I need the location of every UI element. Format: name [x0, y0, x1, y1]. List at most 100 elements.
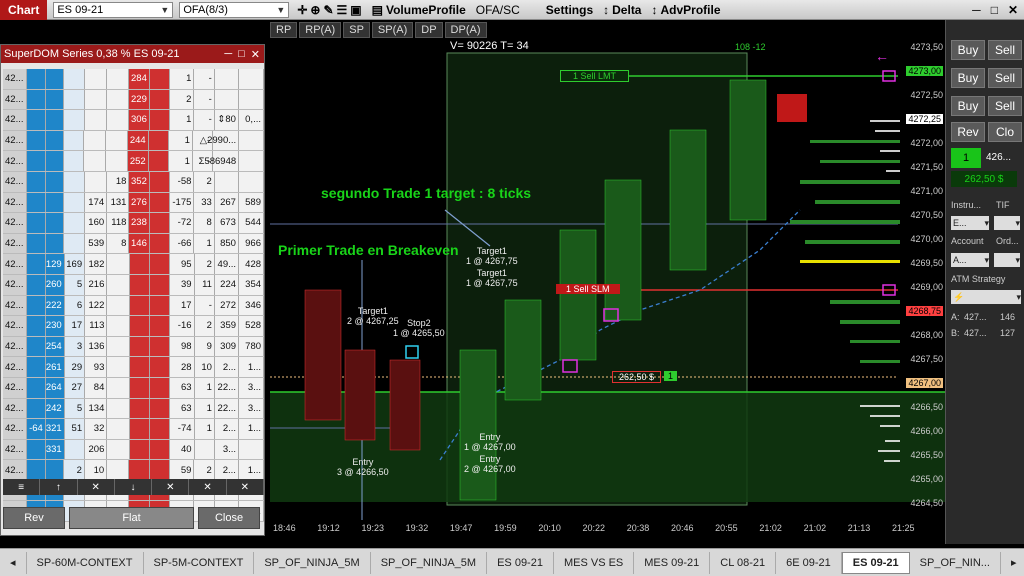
dom-cell-b1[interactable] [27, 130, 46, 151]
sell-lmt-order[interactable]: 1 Sell LMT [560, 70, 630, 82]
dom-toolbar-icon[interactable]: ≡ [3, 479, 41, 495]
minimize-icon[interactable]: ─ [972, 3, 981, 17]
dom-cell-v1[interactable]: 206 [85, 439, 108, 460]
workspace-tab[interactable]: 6E 09-21 [776, 551, 842, 574]
dom-row[interactable]: 42... 160 118 238 -72 8 673 544 [3, 213, 264, 234]
chart-area[interactable]: RP RP(A) SP SP(A) DP DP(A) V= 90226 T= 3… [0, 20, 945, 544]
dom-cell-d1[interactable]: 28 [170, 357, 195, 377]
dom-cell-r[interactable] [150, 419, 171, 439]
dom-cell-price[interactable]: 42... [3, 398, 28, 419]
dom-cell-bid[interactable] [64, 213, 85, 233]
dom-cell-t1[interactable]: ⇕80 [214, 110, 239, 130]
dom-row[interactable]: 42... 331 206 40 3... [3, 439, 265, 461]
dom-cell-t2[interactable]: 528 [239, 316, 265, 336]
close-icon[interactable]: ✕ [1008, 3, 1018, 17]
dom-cell-v1[interactable]: 134 [85, 398, 108, 419]
period-selector[interactable]: OFA(8/3) ▼ [179, 1, 290, 18]
dom-row[interactable]: 42... 284 1- [3, 69, 264, 90]
dom-cell-d1[interactable]: -58 [170, 171, 195, 192]
workspace-tab[interactable]: ES 09-21 [487, 551, 554, 574]
dom-cell-r[interactable] [150, 254, 171, 274]
close-position-button[interactable]: Close [198, 507, 260, 529]
position-qty[interactable]: 1 [664, 371, 678, 381]
dom-cell-t2[interactable] [239, 151, 264, 171]
dom-cell-d2[interactable]: 2 [194, 171, 215, 192]
dom-cell-d1[interactable]: 2 [170, 89, 195, 110]
atm-strategy-field[interactable]: ⚡ ▾ [951, 290, 1021, 304]
dom-cell-t2[interactable] [239, 439, 265, 460]
dom-cell-d2[interactable]: 1 [194, 377, 215, 398]
dom-cell-d1[interactable]: 98 [170, 336, 195, 357]
dom-cell-price[interactable]: 42... [3, 89, 28, 110]
dom-row[interactable]: 42... 242 5 134 63 1 22... 3... [3, 398, 265, 420]
dom-cell-r[interactable] [150, 377, 171, 398]
dom-cell-v2[interactable] [107, 69, 130, 89]
dom-cell-t2[interactable]: 780 [239, 336, 265, 357]
dom-cell-t1[interactable]: 49... [214, 254, 240, 274]
dom-cell-bid[interactable] [64, 233, 85, 254]
dom-cell-b2[interactable]: 129 [45, 254, 65, 274]
dom-cell-d2[interactable]: - [194, 89, 215, 110]
dom-cell-d2[interactable]: 1 [194, 233, 215, 254]
dom-cell-v2[interactable] [107, 377, 130, 398]
dom-cell-v2[interactable] [107, 460, 130, 480]
dom-cell-bid[interactable]: 29 [64, 357, 86, 377]
hand-icon[interactable]: ☰ [337, 3, 348, 17]
dom-cell-d1[interactable]: 95 [170, 254, 195, 274]
dom-cell-v2[interactable] [107, 398, 130, 419]
dom-toolbar-icon[interactable]: ↑ [40, 479, 78, 495]
flat-button[interactable]: Flat [69, 507, 194, 529]
advprofile-button[interactable]: ↕ AdvProfile [651, 3, 720, 17]
settings-button[interactable]: Settings [546, 3, 593, 17]
close-icon[interactable]: ✕ [251, 48, 260, 61]
dom-cell-ask[interactable]: 238 [129, 213, 150, 233]
dom-cell-b2[interactable] [45, 213, 65, 233]
delta-button[interactable]: ↕ Delta [603, 3, 641, 17]
dom-cell-price[interactable]: 42... [3, 213, 28, 233]
dom-cell-ask[interactable] [129, 439, 151, 460]
dom-row[interactable]: 42... 252 1- Σ586948 [3, 151, 264, 172]
dom-cell-t2[interactable] [238, 69, 264, 89]
buy-limit-button[interactable]: Buy [951, 68, 985, 88]
dom-cell-d1[interactable]: -16 [170, 316, 195, 336]
dom-cell-b1[interactable] [27, 69, 46, 89]
dom-cell-bid[interactable]: 5 [64, 398, 86, 419]
dom-cell-ask[interactable] [129, 377, 151, 398]
dom-cell-t2[interactable]: 544 [238, 213, 264, 233]
dom-cell-ask[interactable] [129, 460, 150, 480]
dom-cell-price[interactable]: 42... [3, 336, 28, 357]
tabs-scroll-left-icon[interactable]: ◂ [0, 551, 27, 574]
dom-cell-d1[interactable]: 40 [170, 439, 195, 460]
zoom-icon[interactable]: ⊕ [310, 3, 320, 17]
superdom-ladder[interactable]: 42... 284 1-42... 229 2-42... 306 1- ⇕80 0,... 42… [3, 69, 265, 523]
dom-cell-b2[interactable]: 254 [45, 336, 65, 357]
dom-row[interactable]: 42... 264 27 84 63 1 22... 3... [3, 377, 265, 399]
dom-cell-v2[interactable] [107, 439, 130, 460]
dom-cell-b2[interactable] [45, 130, 64, 151]
maximize-icon[interactable]: □ [991, 3, 998, 17]
workspace-tab[interactable]: SP_OF_NINJA_5M [254, 551, 371, 574]
account-field[interactable]: A... ▾ [951, 253, 989, 267]
dom-cell-d2[interactable]: - [194, 295, 215, 316]
dom-cell-t2[interactable] [238, 171, 264, 192]
dom-cell-ask[interactable]: 306 [129, 110, 150, 130]
dom-cell-bid[interactable]: 6 [64, 295, 86, 316]
dom-cell-d1[interactable]: -66 [170, 233, 195, 254]
dom-cell-ask[interactable] [129, 316, 151, 336]
dom-cell-d2[interactable]: 9 [194, 336, 215, 357]
tab-dp[interactable]: DP [415, 22, 443, 38]
dom-cell-ask[interactable] [129, 274, 151, 295]
maximize-icon[interactable]: □ [238, 48, 245, 61]
dom-cell-r[interactable] [149, 89, 171, 110]
dom-cell-b1[interactable] [27, 151, 46, 171]
dom-cell-r[interactable] [150, 398, 171, 419]
dom-cell-t2[interactable]: 1... [238, 460, 264, 480]
tool-icons[interactable]: ✛ ⊕ ✎ ☰ ▣ [297, 3, 361, 17]
dom-cell-d2[interactable]: - [194, 69, 215, 89]
dom-cell-t1[interactable]: 3... [214, 439, 240, 460]
dom-cell-ask[interactable] [129, 357, 151, 377]
dom-cell-v1[interactable] [84, 69, 108, 89]
dom-cell-t1[interactable]: 359 [214, 316, 240, 336]
dom-cell-b1[interactable] [27, 171, 46, 192]
dom-cell-r[interactable] [149, 171, 171, 192]
